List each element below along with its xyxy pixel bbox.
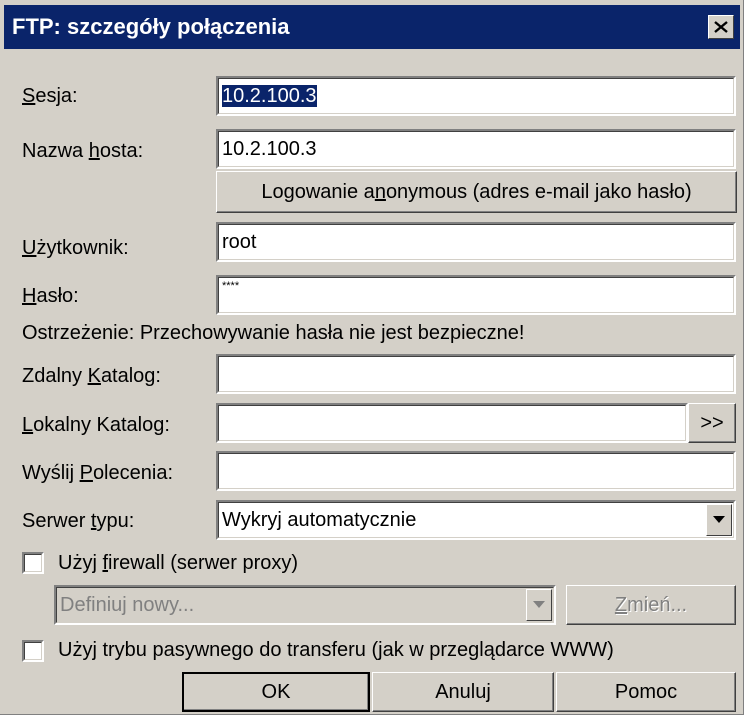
user-input[interactable]: root bbox=[216, 222, 736, 262]
passive-mode-checkbox[interactable] bbox=[22, 640, 44, 662]
passive-mode-checkbox-label: Użyj trybu pasywnego do transferu (jak w… bbox=[58, 639, 614, 661]
local-dir-input[interactable] bbox=[216, 403, 688, 443]
cancel-button[interactable]: Anuluj bbox=[372, 672, 554, 712]
window-title: FTP: szczegóły połączenia bbox=[12, 14, 290, 39]
proxy-select[interactable]: Definiuj nowy... bbox=[54, 585, 556, 625]
hostname-label: Nazwa hosta: bbox=[22, 140, 144, 162]
user-label: Użytkownik: bbox=[22, 237, 129, 259]
hostname-input[interactable]: 10.2.100.3 bbox=[216, 129, 736, 169]
server-type-select[interactable]: Wykryj automatycznie bbox=[216, 500, 736, 540]
send-commands-input[interactable] bbox=[216, 451, 736, 491]
close-icon bbox=[714, 21, 728, 33]
ok-button[interactable]: OK bbox=[182, 672, 370, 712]
send-commands-label: Wyślij Polecenia: bbox=[22, 462, 173, 484]
proxy-dropdown-button[interactable] bbox=[526, 589, 552, 621]
session-label: Sesja: bbox=[22, 85, 78, 107]
firewall-checkbox-label: Użyj firewall (serwer proxy) bbox=[58, 552, 299, 574]
password-input[interactable]: **** bbox=[216, 275, 736, 315]
chevron-down-icon bbox=[713, 516, 725, 523]
ftp-connection-dialog: FTP: szczegóły połączenia Sesja: 10.2.10… bbox=[0, 0, 744, 715]
title-bar: FTP: szczegóły połączenia bbox=[4, 5, 740, 49]
close-button[interactable] bbox=[708, 15, 734, 39]
change-proxy-button[interactable]: Zmień... bbox=[566, 585, 736, 625]
server-type-dropdown-button[interactable] bbox=[706, 504, 732, 536]
password-warning: Ostrzeżenie: Przechowywanie hasła nie je… bbox=[22, 322, 525, 344]
password-label: Hasło: bbox=[22, 285, 79, 307]
server-type-label: Serwer typu: bbox=[22, 510, 135, 532]
remote-dir-label: Zdalny Katalog: bbox=[22, 365, 161, 387]
chevron-down-icon bbox=[533, 601, 545, 608]
help-button[interactable]: Pomoc bbox=[556, 672, 736, 712]
browse-local-dir-button[interactable]: >> bbox=[688, 403, 736, 443]
anonymous-login-button[interactable]: Logowanie anonymous (adres e-mail jako h… bbox=[216, 171, 737, 213]
remote-dir-input[interactable] bbox=[216, 354, 736, 394]
local-dir-label: Lokalny Katalog: bbox=[22, 414, 170, 436]
firewall-checkbox[interactable] bbox=[22, 552, 44, 574]
session-input[interactable]: 10.2.100.3 bbox=[216, 76, 736, 116]
